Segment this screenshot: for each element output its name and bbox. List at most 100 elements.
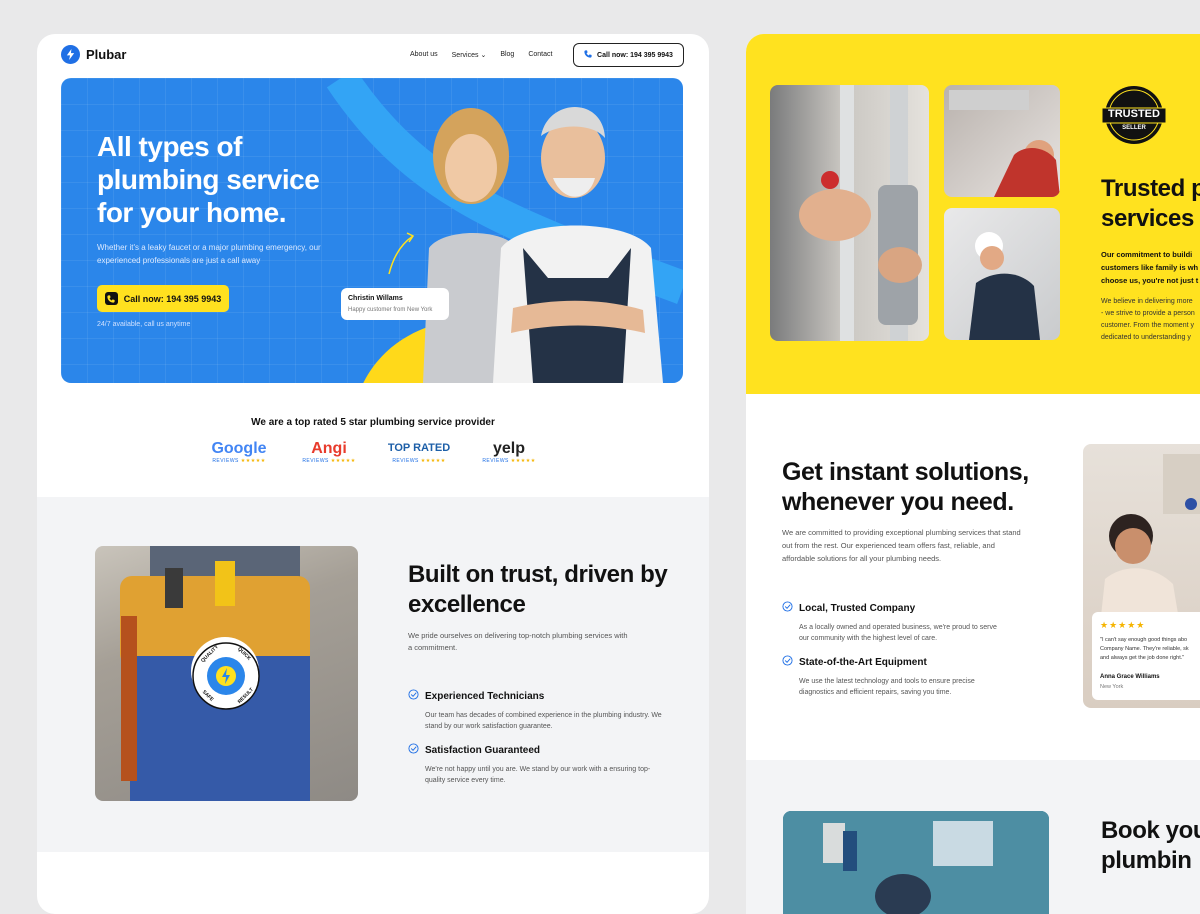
trust-subtitle: We pride ourselves on delivering top-not… <box>408 631 628 652</box>
feature-title: Experienced Technicians <box>425 690 545 702</box>
testimonial-tag: Christin Willams Happy customer from New… <box>341 288 449 320</box>
landing-page-left: Plubar About us Services ⌄ Blog Contact … <box>37 34 709 914</box>
book-title-line1: Book you <box>1101 817 1200 844</box>
feature-desc: We use the latest technology and tools t… <box>799 678 975 696</box>
plumber-tiles-photo <box>944 208 1060 340</box>
testimonial-name: Christin Willams <box>348 295 403 302</box>
badge-text-bottom: SELLER <box>1122 125 1146 131</box>
landing-page-right: TRUSTED SELLER Trusted p services t Our … <box>746 34 1200 914</box>
tool-belt-photo: QUALITY QUICK RESULT SAFE <box>95 546 358 801</box>
hero-subtitle: Whether it's a leaky faucet or a major p… <box>97 243 321 265</box>
happy-customer-photo: ★★★★★ "I can't say enough good things ab… <box>1083 444 1200 708</box>
nav-link-contact[interactable]: Contact <box>528 51 552 59</box>
feature-local: Local, Trusted Company As a locally owne… <box>782 601 1002 644</box>
feature-satisfaction: Satisfaction Guaranteed We're not happy … <box>408 743 668 786</box>
review-card: ★★★★★ "I can't say enough good things ab… <box>1092 612 1200 700</box>
review-yelp[interactable]: yelp REVIEWS ★★★★★ <box>469 439 549 469</box>
review-logos: Google REVIEWS ★★★★★ Angi REVIEWS ★★★★★ … <box>199 439 549 469</box>
quality-badge <box>192 642 260 710</box>
feature-title: State-of-the-Art Equipment <box>799 656 927 668</box>
book-illustration <box>783 811 1049 914</box>
logo[interactable]: Plubar <box>61 45 126 64</box>
stars-icon: ★★★★★ <box>240 458 266 464</box>
testimonial-role: Happy customer from New York <box>348 307 433 313</box>
trusted-section: TRUSTED SELLER Trusted p services t Our … <box>746 34 1200 394</box>
check-circle-icon <box>782 601 793 615</box>
lightning-icon <box>61 45 80 64</box>
check-circle-icon <box>408 689 419 703</box>
trusted-bold-text: Our commitment to buildi customers like … <box>1101 248 1200 287</box>
review-angi[interactable]: Angi REVIEWS ★★★★★ <box>289 439 369 469</box>
bold-line: Our commitment to buildi <box>1101 250 1193 259</box>
hero-people-photo <box>423 107 663 383</box>
feature-experienced: Experienced Technicians Our team has dec… <box>408 689 668 732</box>
book-title-line2: plumbin <box>1101 847 1192 874</box>
nav-link-services[interactable]: Services ⌄ <box>452 51 487 59</box>
feature-desc: Our team has decades of combined experie… <box>425 712 662 730</box>
phone-icon <box>584 50 592 60</box>
pipe-repair-photo <box>770 85 929 341</box>
check-circle-icon <box>408 743 419 757</box>
feature-desc: We're not happy until you are. We stand … <box>425 766 651 784</box>
google-logo: Google <box>211 440 267 457</box>
top-nav: Plubar About us Services ⌄ Blog Contact … <box>37 34 709 78</box>
reviewer-city: New York <box>1100 684 1124 690</box>
feature-title: Local, Trusted Company <box>799 602 916 614</box>
trusted-title-line2: services t <box>1101 205 1200 232</box>
trusted-seller-badge: TRUSTED SELLER <box>1100 84 1168 151</box>
plumber-ceiling-illustration <box>949 90 1060 197</box>
nav-link-blog[interactable]: Blog <box>500 51 514 59</box>
pipe-illustration <box>799 85 922 341</box>
call-now-button[interactable]: Call now: 194 395 9943 <box>573 43 684 67</box>
bold-line: customers like family is wh <box>1101 263 1199 272</box>
yelp-logo: yelp <box>492 440 525 457</box>
nav-link-about[interactable]: About us <box>410 51 438 59</box>
review-line: Company Name. They're reliable, sk <box>1100 646 1189 652</box>
review-label: REVIEWS <box>302 458 329 464</box>
body-line: dedicated to understanding y <box>1101 334 1191 341</box>
hero-note: 24/7 available, call us anytime <box>97 321 191 328</box>
nav-links: About us Services ⌄ Blog Contact <box>410 51 552 59</box>
review-text: "I can't say enough good things abo Comp… <box>1100 636 1200 663</box>
review-google[interactable]: Google REVIEWS ★★★★★ <box>199 439 279 469</box>
instant-subtitle: We are committed to providing exceptiona… <box>782 528 1021 563</box>
review-line: "I can't say enough good things abo <box>1100 637 1188 643</box>
logo-text: Plubar <box>86 47 127 62</box>
plumber-ceiling-photo <box>944 85 1060 197</box>
nav-link-services-label: Services <box>451 52 479 59</box>
angi-logo: Angi <box>311 440 347 457</box>
trusted-body-text: We believe in delivering more - we striv… <box>1101 296 1195 344</box>
trusted-title: Trusted p services t <box>1101 174 1200 234</box>
review-label: REVIEWS <box>482 458 509 464</box>
hero-banner: All types of plumbing service for your h… <box>61 78 683 383</box>
body-line: We believe in delivering more <box>1101 298 1193 305</box>
phone-icon <box>104 292 118 305</box>
feature-desc: As a locally owned and operated business… <box>799 624 997 642</box>
bold-line: choose us, you're not just t <box>1101 276 1199 285</box>
book-service-photo <box>783 811 1049 914</box>
instant-title: Get instant solutions, whenever you need… <box>782 458 1029 516</box>
feature-title: Satisfaction Guaranteed <box>425 744 541 756</box>
review-line: and always get the job done right." <box>1100 655 1185 661</box>
chevron-down-icon: ⌄ <box>480 52 487 59</box>
toprated-logo: TOP RATED <box>387 442 451 454</box>
stars-icon: ★★★★★ <box>1100 620 1146 630</box>
trusted-title-line1: Trusted p <box>1101 175 1200 202</box>
plumber-tiles-illustration <box>969 232 1040 340</box>
body-line: customer. From the moment y <box>1101 322 1194 329</box>
reviewer-name: Anna Grace Williams <box>1100 674 1160 680</box>
review-toprated[interactable]: TOP RATED REVIEWS ★★★★★ <box>379 439 459 469</box>
check-circle-icon <box>782 655 793 669</box>
call-now-label: Call now: 194 395 9943 <box>597 51 673 59</box>
book-title: Book you plumbin <box>1101 816 1200 876</box>
feature-equipment: State-of-the-Art Equipment We use the la… <box>782 655 1002 698</box>
review-label: REVIEWS <box>212 458 239 464</box>
trust-title: Built on trust, driven by excellence <box>408 561 668 618</box>
stars-icon: ★★★★★ <box>510 458 536 464</box>
hero-title: All types of plumbing service for your h… <box>97 131 320 228</box>
body-line: - we strive to provide a person <box>1101 310 1195 317</box>
trust-section: QUALITY QUICK RESULT SAFE Built on trust… <box>37 497 709 852</box>
hero-call-button[interactable]: Call now: 194 395 9943 <box>97 285 229 312</box>
hero-call-label: Call now: 194 395 9943 <box>123 293 222 304</box>
stars-icon: ★★★★★ <box>420 458 446 464</box>
